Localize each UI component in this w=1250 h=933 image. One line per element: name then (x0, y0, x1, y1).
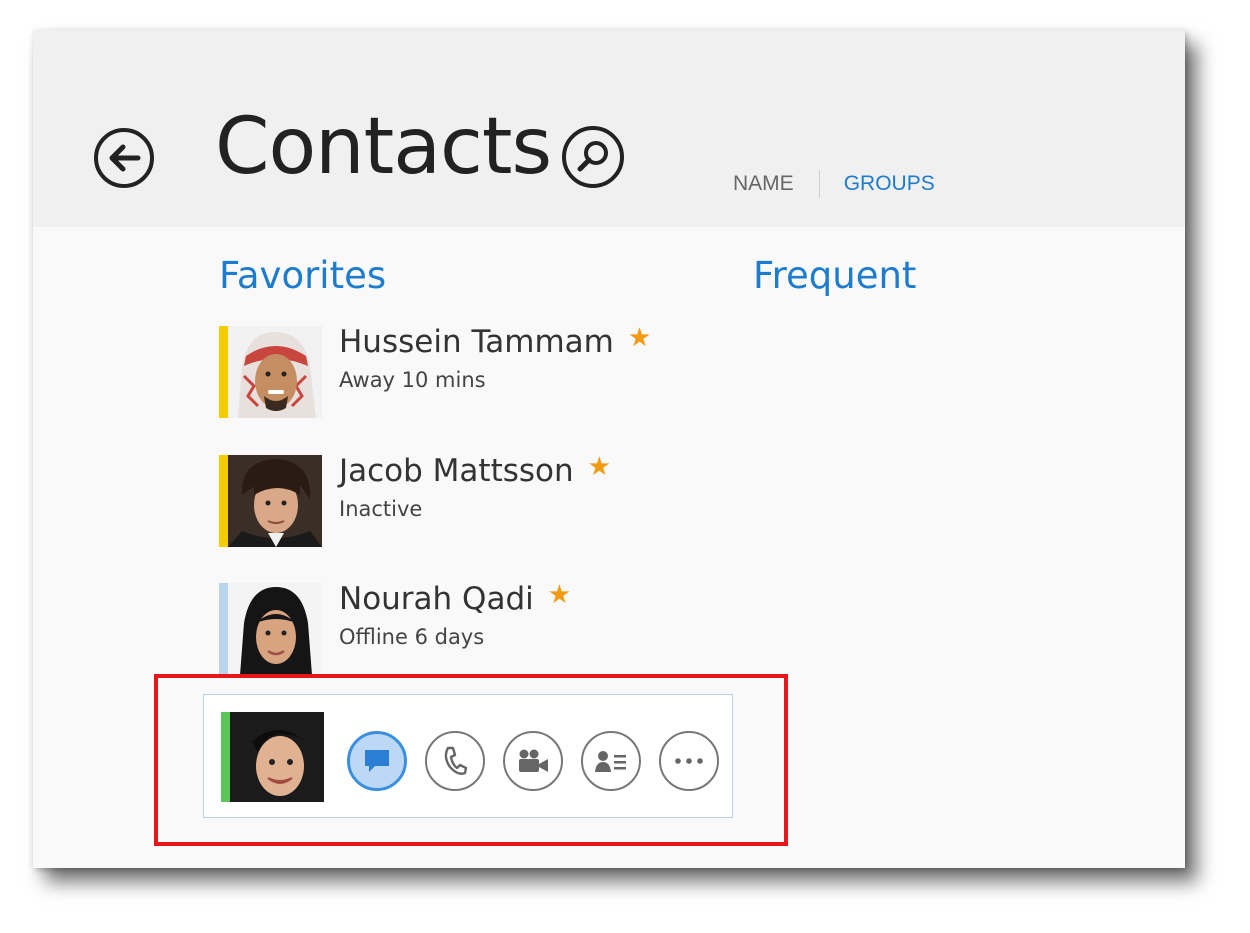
avatar (228, 455, 322, 547)
contact-quick-actions (203, 694, 733, 818)
contact-item[interactable]: Jacob Mattsson ★ Inactive (219, 452, 639, 547)
contact-card-icon (595, 751, 626, 772)
contact-card-button[interactable] (581, 731, 641, 791)
view-tabs: NAME GROUPS (733, 168, 935, 200)
contact-name-row: Nourah Qadi ★ (339, 580, 572, 617)
more-button[interactable] (659, 731, 719, 791)
contact-status: Offline 6 days (339, 625, 485, 649)
header: Contacts NAME GROUPS (33, 30, 1185, 227)
contact-name: Hussein Tammam (339, 324, 614, 360)
favorite-star-icon: ★ (627, 323, 652, 353)
avatar (228, 583, 322, 675)
search-icon[interactable] (561, 125, 625, 189)
call-button[interactable] (425, 731, 485, 791)
presence-indicator (219, 326, 228, 418)
contact-item[interactable]: Nourah Qadi ★ Offline 6 days (219, 580, 639, 675)
contact-status: Away 10 mins (339, 368, 486, 392)
phone-icon (444, 746, 468, 775)
chat-button[interactable] (347, 731, 407, 791)
frequent-heading: Frequent (753, 254, 917, 297)
tab-groups[interactable]: GROUPS (820, 172, 935, 196)
video-icon (519, 749, 548, 772)
presence-indicator (221, 712, 230, 802)
chat-icon (365, 750, 389, 772)
favorites-heading: Favorites (219, 254, 387, 297)
back-arrow-icon[interactable] (93, 127, 155, 189)
tab-name[interactable]: NAME (733, 172, 819, 196)
avatar[interactable] (230, 712, 324, 802)
favorite-star-icon: ★ (547, 580, 572, 610)
presence-indicator (219, 455, 228, 547)
contact-status: Inactive (339, 497, 423, 521)
page-title: Contacts (215, 102, 552, 192)
contact-item[interactable]: Hussein Tammam ★ Away 10 mins (219, 323, 651, 418)
contact-name-row: Hussein Tammam ★ (339, 323, 652, 360)
contact-name: Nourah Qadi (339, 581, 534, 617)
avatar (228, 326, 322, 418)
contact-name: Jacob Mattsson (339, 453, 574, 489)
video-call-button[interactable] (503, 731, 563, 791)
contact-name-row: Jacob Mattsson ★ (339, 452, 611, 489)
favorite-star-icon: ★ (587, 452, 611, 482)
presence-indicator (219, 583, 228, 675)
more-icon (675, 758, 703, 764)
